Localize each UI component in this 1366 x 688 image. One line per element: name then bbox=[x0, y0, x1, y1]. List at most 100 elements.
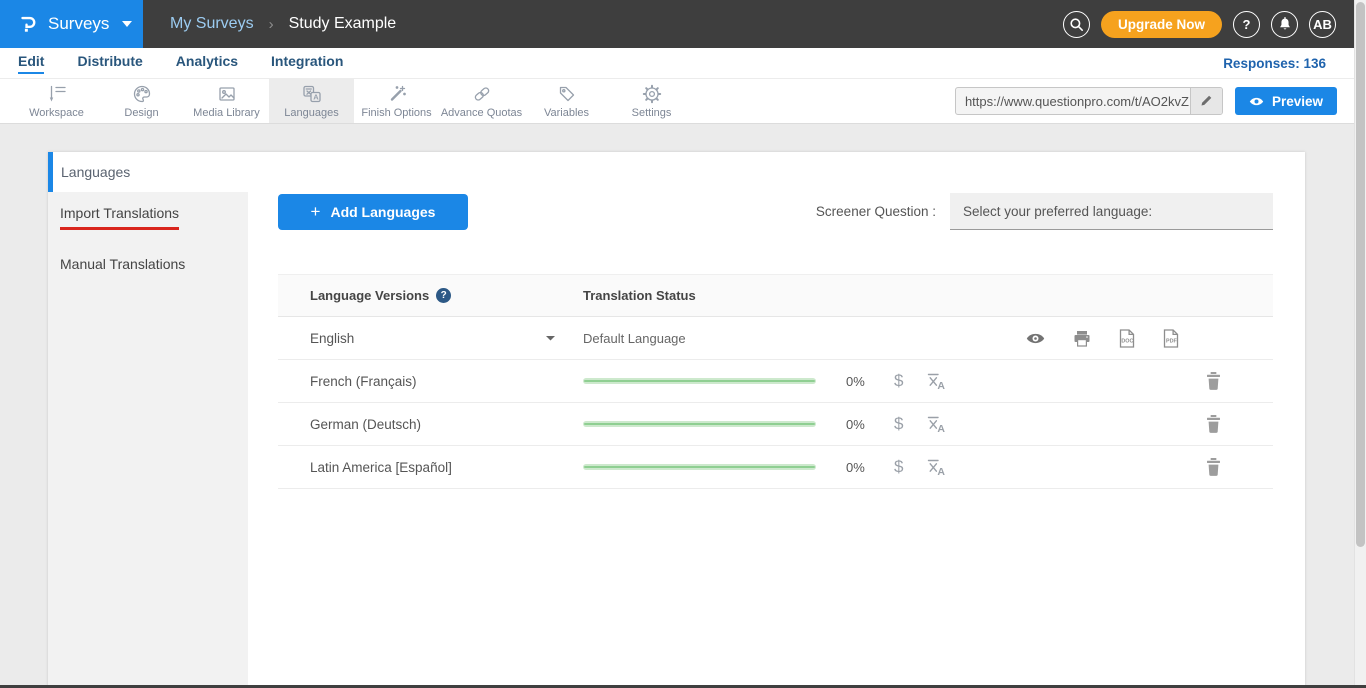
auto-translate-icon[interactable]: A bbox=[927, 458, 945, 476]
sidebar-item-label: Import Translations bbox=[60, 205, 179, 230]
toolbar-label: Languages bbox=[284, 107, 338, 119]
toolbar-item-design[interactable]: Design bbox=[99, 79, 184, 123]
magic-wand-icon bbox=[386, 83, 408, 105]
toolbar-label: Media Library bbox=[193, 107, 260, 119]
toolbar-item-variables[interactable]: Variables bbox=[524, 79, 609, 123]
preview-button[interactable]: Preview bbox=[1235, 87, 1337, 115]
tab-analytics[interactable]: Analytics bbox=[176, 53, 238, 74]
view-eye-icon[interactable] bbox=[1026, 332, 1045, 345]
default-language-status: Default Language bbox=[583, 331, 686, 346]
svg-text:A: A bbox=[938, 380, 946, 390]
toolbar-item-workspace[interactable]: Workspace bbox=[14, 79, 99, 123]
column-language-versions: Language Versions ? bbox=[310, 288, 583, 303]
tab-edit[interactable]: Edit bbox=[18, 53, 44, 74]
sidebar-item-label: Manual Translations bbox=[60, 256, 185, 272]
toolbar-label: Design bbox=[124, 107, 158, 119]
languages-sidebar: Languages Import Translations Manual Tra… bbox=[48, 152, 248, 688]
scrollbar-thumb[interactable] bbox=[1356, 2, 1365, 547]
chevron-down-icon[interactable] bbox=[546, 336, 555, 341]
table-row: Latin America [Español] 0% $ A bbox=[278, 446, 1273, 489]
upgrade-now-button[interactable]: Upgrade Now bbox=[1101, 11, 1222, 38]
sidebar-items: Import Translations Manual Translations bbox=[48, 192, 248, 688]
avatar-initials: AB bbox=[1313, 17, 1332, 32]
pencil-icon bbox=[1199, 94, 1213, 108]
language-name: French (Français) bbox=[310, 374, 583, 389]
image-icon bbox=[216, 83, 238, 105]
product-switcher[interactable]: Surveys bbox=[0, 0, 143, 48]
export-doc-icon[interactable]: DOC bbox=[1119, 329, 1135, 348]
translation-progress-bar bbox=[583, 464, 816, 470]
delete-trash-icon[interactable] bbox=[1206, 458, 1221, 476]
avatar[interactable]: AB bbox=[1309, 11, 1336, 38]
export-pdf-icon[interactable]: PDF bbox=[1163, 329, 1179, 348]
translation-progress-bar bbox=[583, 421, 816, 427]
svg-text:A: A bbox=[938, 423, 946, 433]
screener-question-select[interactable]: Select your preferred language: bbox=[950, 193, 1273, 230]
toolbar-item-settings[interactable]: Settings bbox=[609, 79, 694, 123]
translation-progress-bar bbox=[583, 378, 816, 384]
tab-distribute[interactable]: Distribute bbox=[77, 53, 142, 74]
sidebar-title-label: Languages bbox=[61, 164, 130, 180]
language-versions-table: Language Versions ? Translation Status E… bbox=[278, 274, 1273, 489]
chain-link-icon bbox=[471, 83, 493, 105]
page-scrollbar[interactable] bbox=[1354, 0, 1366, 688]
svg-text:A: A bbox=[938, 466, 946, 476]
tag-icon bbox=[556, 83, 578, 105]
screener-question-value: Select your preferred language: bbox=[963, 204, 1152, 219]
breadcrumb-separator-icon: › bbox=[269, 16, 274, 33]
auto-translate-icon[interactable]: A bbox=[927, 372, 945, 390]
toolbar-label: Advance Quotas bbox=[441, 107, 522, 119]
edit-toolbar: Workspace Design Media Library A Languag… bbox=[0, 78, 1366, 124]
screener-question: Screener Question : Select your preferre… bbox=[816, 193, 1273, 230]
paid-translation-icon[interactable]: $ bbox=[894, 414, 903, 434]
default-language-cell: English bbox=[310, 331, 583, 346]
bell-icon bbox=[1277, 16, 1293, 32]
progress-fill bbox=[584, 380, 815, 382]
search-button[interactable] bbox=[1063, 11, 1090, 38]
toolbar-item-languages[interactable]: A Languages bbox=[269, 79, 354, 123]
breadcrumb-my-surveys[interactable]: My Surveys bbox=[170, 15, 254, 33]
survey-nav: Edit Distribute Analytics Integration Re… bbox=[0, 48, 1366, 78]
add-languages-label: Add Languages bbox=[330, 204, 435, 220]
help-button[interactable]: ? bbox=[1233, 11, 1260, 38]
survey-url-area: Preview bbox=[955, 79, 1366, 123]
translation-progress-percent: 0% bbox=[846, 374, 872, 389]
search-icon bbox=[1069, 17, 1084, 32]
svg-text:A: A bbox=[313, 93, 319, 102]
translation-progress-percent: 0% bbox=[846, 417, 872, 432]
table-header: Language Versions ? Translation Status bbox=[278, 274, 1273, 317]
toolbar-label: Workspace bbox=[29, 107, 84, 119]
responses-count[interactable]: Responses: 136 bbox=[1223, 56, 1348, 71]
progress-fill bbox=[584, 466, 815, 468]
survey-url-input[interactable] bbox=[956, 88, 1190, 114]
translation-progress-percent: 0% bbox=[846, 460, 872, 475]
product-name: Surveys bbox=[48, 14, 109, 34]
svg-text:PDF: PDF bbox=[1166, 338, 1177, 344]
language-name: German (Deutsch) bbox=[310, 417, 583, 432]
table-row: French (Français) 0% $ A bbox=[278, 360, 1273, 403]
toolbar-item-media-library[interactable]: Media Library bbox=[184, 79, 269, 123]
paid-translation-icon[interactable]: $ bbox=[894, 457, 903, 477]
workspace-icon bbox=[46, 83, 68, 105]
auto-translate-icon[interactable]: A bbox=[927, 415, 945, 433]
delete-trash-icon[interactable] bbox=[1206, 415, 1221, 433]
tab-integration[interactable]: Integration bbox=[271, 53, 343, 74]
sidebar-item-manual-translations[interactable]: Manual Translations bbox=[48, 243, 248, 285]
default-language-name: English bbox=[310, 331, 354, 346]
print-icon[interactable] bbox=[1073, 330, 1091, 347]
table-row-default-language: English Default Language DOC bbox=[278, 317, 1273, 360]
help-icon[interactable]: ? bbox=[436, 288, 451, 303]
edit-url-button[interactable] bbox=[1190, 88, 1222, 114]
toolbar-item-finish-options[interactable]: Finish Options bbox=[354, 79, 439, 123]
toolbar-item-advance-quotas[interactable]: Advance Quotas bbox=[439, 79, 524, 123]
chevron-down-icon bbox=[122, 21, 132, 27]
notifications-button[interactable] bbox=[1271, 11, 1298, 38]
sidebar-item-import-translations[interactable]: Import Translations bbox=[48, 192, 248, 243]
languages-controls: + Add Languages Screener Question : Sele… bbox=[278, 193, 1273, 230]
paid-translation-icon[interactable]: $ bbox=[894, 371, 903, 391]
sidebar-title: Languages bbox=[48, 152, 248, 192]
palette-icon bbox=[131, 83, 153, 105]
delete-trash-icon[interactable] bbox=[1206, 372, 1221, 390]
toolbar-label: Finish Options bbox=[361, 107, 431, 119]
add-languages-button[interactable]: + Add Languages bbox=[278, 194, 468, 230]
